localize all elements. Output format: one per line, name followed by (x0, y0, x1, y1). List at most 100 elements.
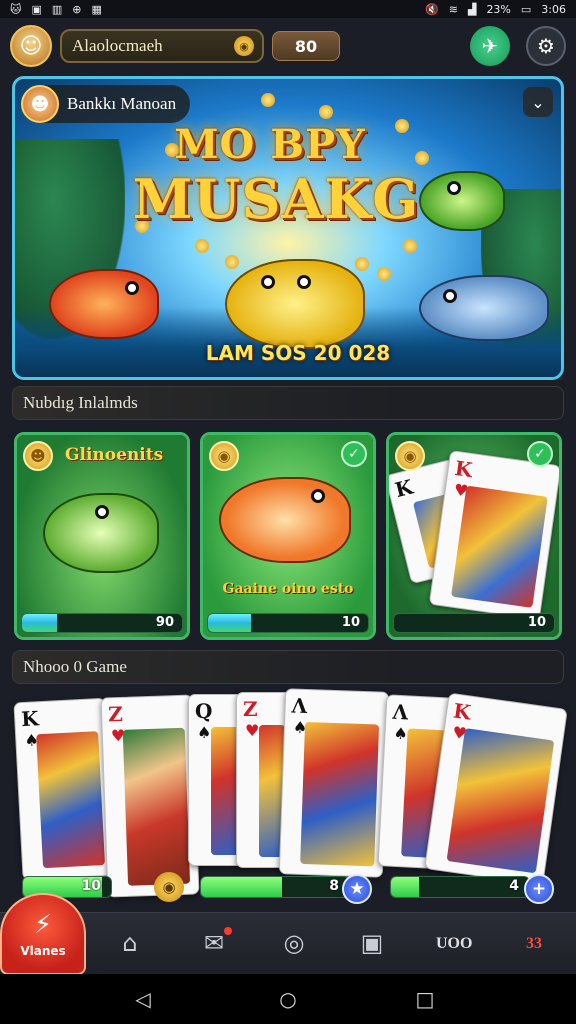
orange-fish (49, 269, 159, 339)
character-badge-icon: ☻ (23, 441, 53, 471)
signal-icon: ▟ (467, 2, 477, 16)
nav-item-store[interactable]: ▣ (350, 923, 394, 963)
card-row-bar-2-value: 8 (329, 878, 339, 894)
star-icon: ★ (349, 879, 365, 899)
card-1-title: Glinoenits (65, 445, 164, 465)
back-button[interactable]: ◁ (130, 986, 156, 1012)
add-button-2[interactable]: + (524, 874, 554, 904)
nav-item-text[interactable]: UOO (436, 935, 472, 953)
blue-fish (419, 275, 549, 341)
chat-icon: ✉ (203, 929, 225, 957)
card-face (300, 721, 380, 867)
card-rank: Λ (291, 693, 308, 719)
avatar[interactable]: ☺ (10, 25, 52, 67)
top-bar: ☺ Alaolocmaeh ◉ 80 ✈ ⚙ (0, 18, 576, 74)
profile-pill[interactable]: Alaolocmaeh ◉ (60, 29, 264, 63)
card-2-progress-fill (208, 614, 252, 632)
card-face (122, 727, 191, 886)
mute-icon: 🔇 (425, 2, 439, 16)
spade-icon: ♠ (393, 723, 409, 744)
card-rank: Λ (392, 699, 409, 725)
image-icon: ▣ (31, 2, 42, 16)
nav-item-games[interactable]: ⚡ Vlanes (0, 893, 86, 975)
card-2-caption: Gaaine oino esto (222, 581, 354, 597)
section-title-featured: Nubdıg Inlalmds (23, 393, 138, 412)
notification-dot (224, 927, 232, 935)
settings-button[interactable]: ⚙ (526, 26, 566, 66)
hero-badge: ☻ Bankkı Manoan (21, 85, 191, 123)
chevron-down-icon: ⌄ (531, 92, 545, 112)
card-1-progress-fill (22, 614, 58, 632)
card-rank: K (451, 698, 473, 725)
recents-button[interactable]: □ (412, 986, 438, 1012)
card-row-bar-2-fill (201, 877, 283, 897)
lightning-icon: ⚡ (33, 910, 53, 940)
square-icon: ▦ (91, 2, 102, 16)
status-bar: 🐱 ▣ ▥ ⊕ ▦ 🔇 ≋ ▟ 23% ▭ 3:06 (0, 0, 576, 18)
nav-item-camera[interactable]: ◎ (272, 923, 316, 963)
rocket-button[interactable]: ✈ (470, 26, 510, 66)
card-row-bar-2: 8 (200, 876, 350, 898)
nav-item-chat[interactable]: ✉ (192, 923, 236, 963)
featured-card-3[interactable]: K K ♥ ◉ ✓ 10 (386, 432, 562, 640)
balance-display[interactable]: 80 (272, 31, 340, 61)
collapse-button[interactable]: ⌄ (523, 87, 553, 117)
featured-card-1[interactable]: ☻ Glinoenits 90 (14, 432, 190, 640)
card-rank: Z (107, 701, 124, 727)
cat-icon: 🐱 (10, 2, 22, 16)
spade-icon: ♠ (197, 723, 212, 742)
hero-badge-text: Bankkı Manoan (67, 94, 177, 113)
add-button-1[interactable]: ★ (342, 874, 372, 904)
card-rank: K (453, 455, 474, 483)
camera-icon: ◎ (283, 929, 305, 957)
section-title-games: Nhooo 0 Game (23, 657, 127, 676)
card-rank: K (20, 706, 40, 732)
coin-icon: ◉ (234, 36, 254, 56)
hero-title-line2: MUSAKG (132, 167, 420, 231)
card-2-progress-value: 10 (341, 615, 360, 630)
bottom-nav: ⚡ Vlanes ⌂ ✉ ◎ ▣ UOO 33 (0, 893, 576, 975)
card-2-progress: 10 (207, 613, 369, 633)
pirate-face-icon: ☺ (19, 33, 43, 59)
featured-card-2[interactable]: ◉ ✓ Gaaine oino esto 10 (200, 432, 376, 640)
heart-icon: ♥ (245, 721, 260, 740)
coin-badge-icon: ◉ (209, 441, 239, 471)
card-row-card-5[interactable]: Λ ♠ (278, 688, 390, 878)
section-header-games: Nhooo 0 Game (12, 650, 564, 684)
plus-icon: + (531, 879, 547, 899)
card-1-progress-value: 90 (155, 615, 174, 630)
checkmark-icon: ✓ (527, 441, 553, 467)
hero-title-line1: MO BPY (174, 121, 366, 168)
android-nav-bar: ◁ ○ □ (0, 974, 576, 1024)
back-triangle-icon: ◁ (135, 987, 151, 1011)
username: Alaolocmaeh (72, 36, 163, 55)
nav-item-home[interactable]: ⌂ (108, 923, 152, 963)
card-row-bar-3: 4 (390, 876, 530, 898)
battery-icon: ▭ (520, 2, 532, 16)
bars-icon: ▥ (51, 2, 63, 16)
home-circle-icon: ○ (279, 987, 297, 1011)
card-3-progress: 10 (393, 613, 555, 633)
yellow-fish (225, 259, 365, 349)
battery-percent: 23% (486, 2, 511, 16)
nav-item-counter[interactable]: 33 (526, 935, 542, 953)
clock: 3:06 (541, 2, 566, 16)
card-row-bar-1-value: 10 (81, 878, 101, 894)
nav-item-games-label: Vlanes (20, 944, 66, 958)
balance-value: 80 (294, 36, 318, 56)
card-row-card-1[interactable]: K ♠ (13, 697, 115, 881)
gear-icon: ⚙ (537, 34, 555, 58)
card-row-card-7[interactable]: K ♥ (424, 692, 568, 886)
card-row-card-2[interactable]: Z ♥ (100, 694, 200, 898)
home-icon: ⌂ (122, 929, 138, 957)
card-3-progress-value: 10 (527, 615, 546, 630)
character-avatar-icon: ☻ (21, 85, 59, 123)
card-1-progress: 90 (21, 613, 183, 633)
checkmark-icon: ✓ (341, 441, 367, 467)
home-button[interactable]: ○ (275, 986, 301, 1012)
wifi-icon: ≋ (448, 2, 458, 16)
card-rank: Z (243, 697, 258, 721)
card-rank: K (392, 474, 416, 503)
hero-banner[interactable]: ☻ Bankkı Manoan ⌄ MO BPY MUSAKG LAM SOS … (12, 76, 564, 380)
card-face (451, 485, 548, 608)
